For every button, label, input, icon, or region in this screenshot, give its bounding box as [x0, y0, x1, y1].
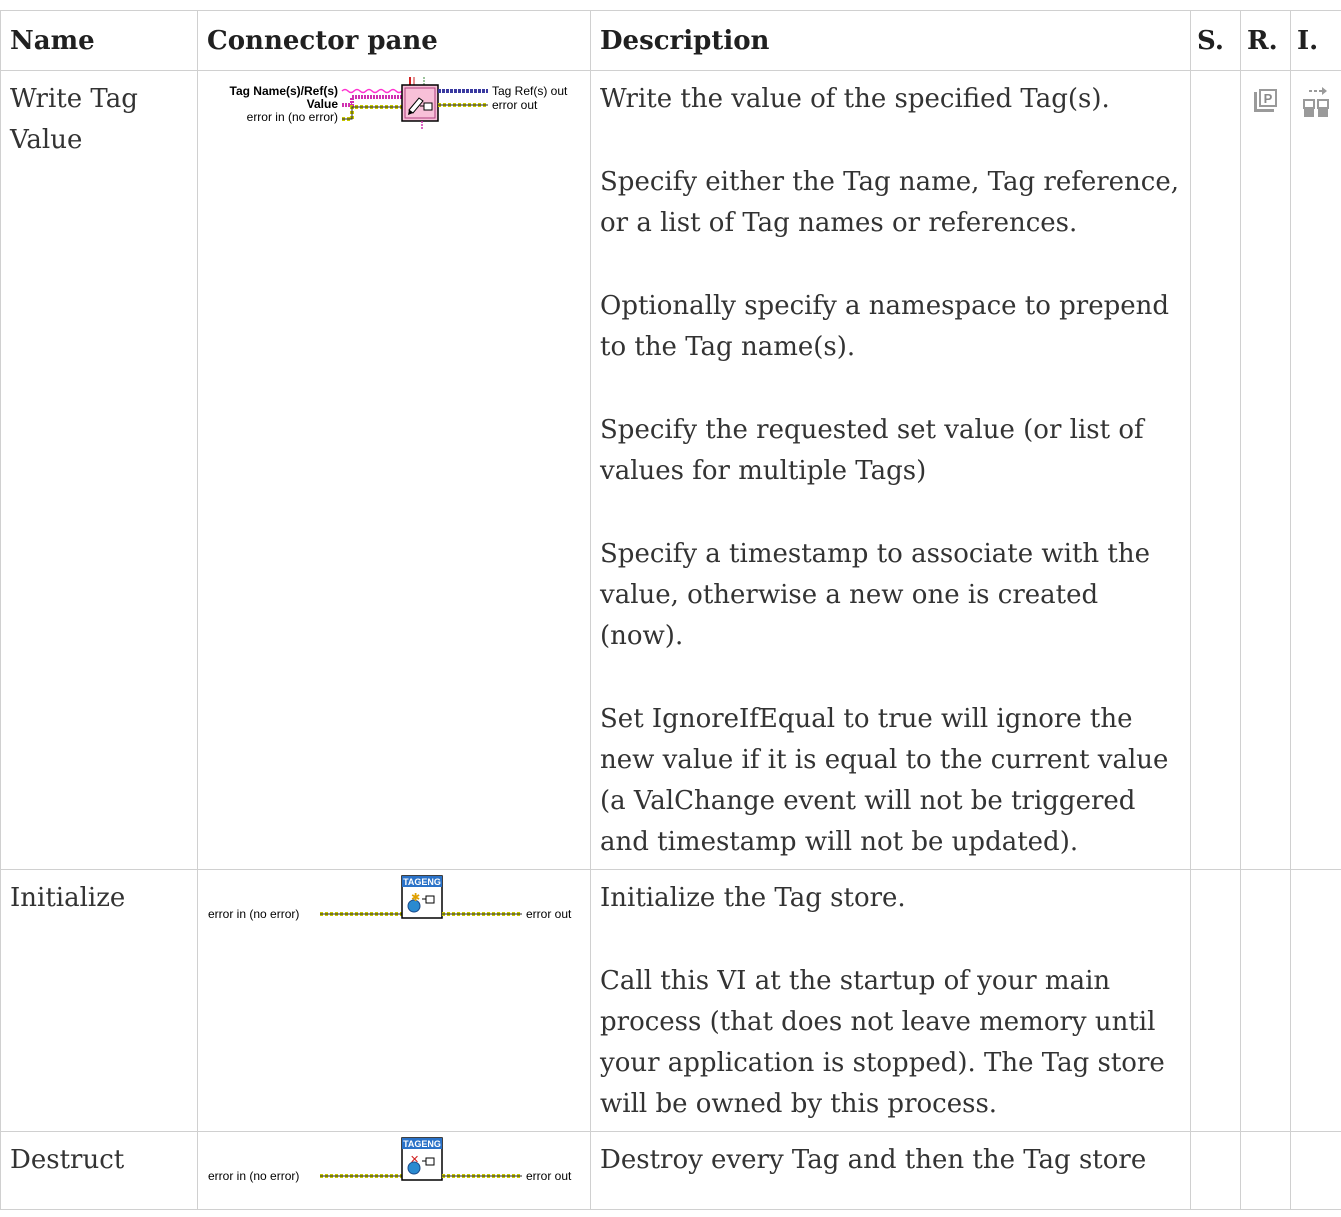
vi-description: Write the value of the specified Tag(s).…: [591, 71, 1191, 870]
description-paragraph: Specify the requested set value (or list…: [600, 410, 1181, 492]
description-paragraph: Initialize the Tag store.: [600, 878, 1181, 919]
description-paragraph: Destroy every Tag and then the Tag store: [600, 1140, 1181, 1181]
connector-pane-diagram: error in (no error) TAGENG ✕ error out: [204, 1136, 584, 1196]
table-row: Initialize error in (no error) TAGENG ✱ …: [1, 870, 1341, 1132]
tageng-banner: TAGENG: [403, 877, 441, 887]
vi-reference-table: Name Connector pane Description S. R. I.…: [0, 10, 1341, 1210]
vi-name: Destruct: [1, 1132, 198, 1210]
table-row: Write Tag Value Tag Name(s)/Ref(s) Value…: [1, 71, 1341, 870]
description-paragraph: Call this VI at the startup of your main…: [600, 961, 1181, 1125]
output-label: error out: [526, 907, 572, 921]
column-header-r: R.: [1241, 11, 1291, 71]
table-row: Destruct error in (no error) TAGENG ✕ er…: [1, 1132, 1341, 1210]
flag-s-cell: [1191, 71, 1241, 870]
flag-i-cell: [1291, 1132, 1341, 1210]
column-header-connector-pane: Connector pane: [198, 11, 591, 71]
header-row: Name Connector pane Description S. R. I.: [1, 11, 1341, 71]
vi-name: Write Tag Value: [1, 71, 198, 870]
connector-pane-cell: Tag Name(s)/Ref(s) Value error in (no er…: [198, 71, 591, 870]
input-label: error in (no error): [247, 110, 338, 124]
flag-r-cell: [1241, 870, 1291, 1132]
inline-icon: [1300, 85, 1332, 119]
column-header-description: Description: [591, 11, 1191, 71]
connector-pane-diagram: error in (no error) TAGENG ✱ error out: [204, 874, 584, 934]
flag-s-cell: [1191, 1132, 1241, 1210]
connector-pane-diagram: Tag Name(s)/Ref(s) Value error in (no er…: [204, 75, 584, 155]
svg-text:✱: ✱: [411, 892, 420, 904]
flag-r-cell: [1241, 1132, 1291, 1210]
column-header-s: S.: [1191, 11, 1241, 71]
description-paragraph: Set IgnoreIfEqual to true will ignore th…: [600, 699, 1181, 863]
output-label: Tag Ref(s) out: [492, 84, 568, 98]
vi-description: Destroy every Tag and then the Tag store: [591, 1132, 1191, 1210]
column-header-name: Name: [1, 11, 198, 71]
connector-pane-cell: error in (no error) TAGENG ✕ error out: [198, 1132, 591, 1210]
svg-text:✕: ✕: [410, 1154, 419, 1166]
description-paragraph: Write the value of the specified Tag(s).: [600, 79, 1181, 120]
tageng-banner: TAGENG: [403, 1139, 441, 1149]
flag-r-cell: P: [1241, 71, 1291, 870]
vi-name: Initialize: [1, 870, 198, 1132]
svg-text:P: P: [1263, 91, 1272, 106]
input-label: error in (no error): [208, 907, 299, 921]
description-paragraph: Specify a timestamp to associate with th…: [600, 534, 1181, 657]
input-label: Tag Name(s)/Ref(s): [230, 84, 338, 98]
input-label: error in (no error): [208, 1169, 299, 1183]
connector-pane-cell: error in (no error) TAGENG ✱ error out: [198, 870, 591, 1132]
output-label: error out: [526, 1169, 572, 1183]
vi-description: Initialize the Tag store. Call this VI a…: [591, 870, 1191, 1132]
reentrant-icon: P: [1251, 85, 1281, 115]
flag-i-cell: [1291, 71, 1341, 870]
flag-s-cell: [1191, 870, 1241, 1132]
column-header-i: I.: [1291, 11, 1341, 71]
input-label: Value: [307, 97, 339, 111]
description-paragraph: Optionally specify a namespace to prepen…: [600, 286, 1181, 368]
description-paragraph: Specify either the Tag name, Tag referen…: [600, 162, 1181, 244]
flag-i-cell: [1291, 870, 1341, 1132]
output-label: error out: [492, 98, 538, 112]
